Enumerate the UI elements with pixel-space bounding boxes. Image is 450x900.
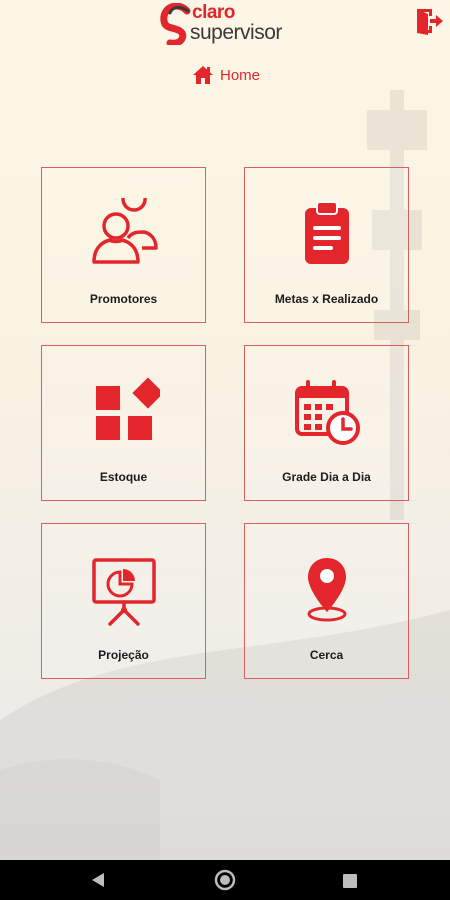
stock-shapes-icon (95, 377, 160, 440)
system-navigation-bar (0, 860, 450, 900)
tile-promotores[interactable]: Promotores (41, 167, 206, 323)
recent-apps-icon[interactable] (343, 874, 357, 888)
logout-icon[interactable] (414, 6, 444, 36)
tile-metas-realizado[interactable]: Metas x Realizado (244, 167, 409, 323)
tile-label: Metas x Realizado (274, 292, 379, 306)
breadcrumb-label: Home (220, 66, 261, 84)
people-icon (91, 198, 158, 264)
map-pin-icon (307, 558, 346, 622)
presentation-chart-icon (91, 558, 156, 626)
clipboard-icon (304, 201, 349, 264)
tile-label: Estoque (99, 470, 148, 484)
tile-estoque[interactable]: Estoque (41, 345, 206, 501)
app-header: claro supervisor (0, 0, 450, 60)
tile-label: Promotores (89, 292, 158, 306)
tile-projecao[interactable]: Projeção (41, 523, 206, 679)
calendar-clock-icon (294, 380, 360, 445)
tile-cerca[interactable]: Cerca (244, 523, 409, 679)
home-icon (193, 66, 213, 84)
app-logo: claro supervisor (160, 2, 300, 45)
logo-supervisor-text: supervisor (190, 21, 282, 44)
claro-logo-icon (160, 3, 191, 45)
tile-label: Grade Dia a Dia (282, 470, 371, 484)
home-nav-icon[interactable] (214, 869, 236, 891)
breadcrumb[interactable]: Home (192, 64, 260, 86)
tile-label: Cerca (309, 648, 344, 662)
tile-label: Projeção (98, 648, 149, 662)
tile-grade-dia-a-dia[interactable]: Grade Dia a Dia (244, 345, 409, 501)
back-icon[interactable] (90, 872, 106, 888)
